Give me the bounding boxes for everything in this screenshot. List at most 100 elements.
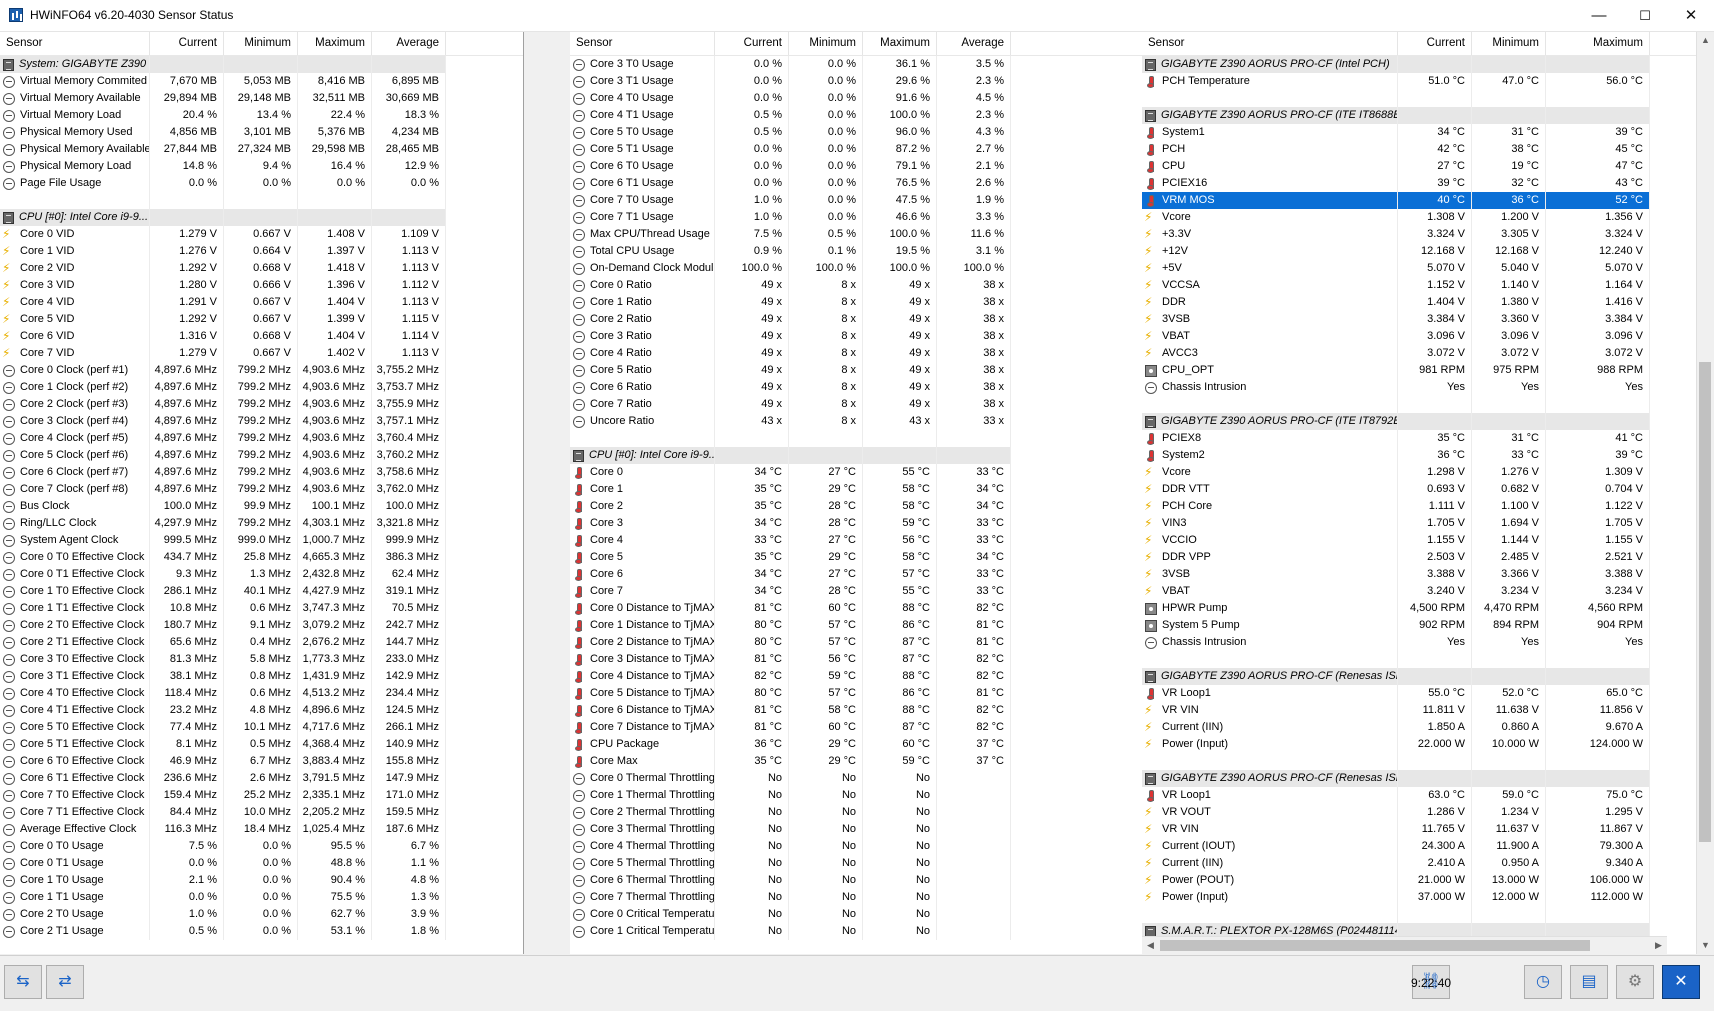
sensor-row[interactable]: Core 7 T0 Usage 1.0 % 0.0 % 47.5 % 1.9 %: [570, 192, 1142, 209]
sensor-row[interactable]: Core 4 T0 Effective Clock 118.4 MHz 0.6 MH…: [0, 685, 523, 702]
sensor-row[interactable]: System2 36 °C 33 °C 39 °C: [1142, 447, 1714, 464]
sensor-group-row[interactable]: CPU [#0]: Intel Core i9-9...: [570, 447, 1142, 464]
sensor-row[interactable]: Core 2 35 °C 28 °C 58 °C 34 °C: [570, 498, 1142, 515]
sensor-row[interactable]: Core 1 T0 Usage 2.1 % 0.0 % 90.4 % 4.8 %: [0, 872, 523, 889]
sensor-row[interactable]: DDR 1.404 V1.380 V1.416 V: [1142, 294, 1714, 311]
sensor-row[interactable]: +3.3V 3.324 V3.305 V3.324 V: [1142, 226, 1714, 243]
column-header[interactable]: Sensor: [1142, 32, 1398, 55]
sensor-group-row[interactable]: GIGABYTE Z390 AORUS PRO-CF (Renesas ISL6…: [1142, 668, 1714, 685]
sensor-row[interactable]: Core 3 Ratio 49 x8 x 49 x 38 x: [570, 328, 1142, 345]
sensor-row[interactable]: 3VSB 3.384 V3.360 V3.384 V: [1142, 311, 1714, 328]
sensor-row[interactable]: Core Max 35 °C 29 °C 59 °C 37 °C: [570, 753, 1142, 770]
vertical-scrollbar[interactable]: ▲ ▼: [1696, 32, 1714, 954]
sensor-row[interactable]: Core 0 VID 1.279 V0.667 V1.408 V1.109 V: [0, 226, 523, 243]
sensor-row[interactable]: System1 34 °C 31 °C 39 °C: [1142, 124, 1714, 141]
sensor-row[interactable]: VR Loop1 55.0 °C 52.0 °C 65.0 °C: [1142, 685, 1714, 702]
sensor-row[interactable]: Core 0 Ratio 49 x8 x 49 x 38 x: [570, 277, 1142, 294]
sensor-row[interactable]: On-Demand Clock Modula... 100.0 % 100.0 % 1…: [570, 260, 1142, 277]
column-header[interactable]: Maximum: [1546, 32, 1650, 55]
sensor-row[interactable]: Core 6 T0 Usage 0.0 % 0.0 % 79.1 % 2.1 %: [570, 158, 1142, 175]
sensor-row[interactable]: Physical Memory Available 27,844 MB 27,324…: [0, 141, 523, 158]
sensor-row[interactable]: Core 0 Thermal Throttling No No No: [570, 770, 1142, 787]
sensor-row[interactable]: CPU_OPT 981 RPM 975 RPM 988 RPM: [1142, 362, 1714, 379]
sensor-row[interactable]: Core 6 34 °C 27 °C 57 °C 33 °C: [570, 566, 1142, 583]
sensor-group-row[interactable]: GIGABYTE Z390 AORUS PRO-CF (Intel PCH): [1142, 56, 1714, 73]
clock-icon[interactable]: ◷: [1524, 965, 1562, 999]
sensor-group-row[interactable]: System: GIGABYTE Z390 ...: [0, 56, 523, 73]
sensor-row[interactable]: Core 3 Distance to TjMAX 81 °C 56 °C 87 °C 8…: [570, 651, 1142, 668]
column-header[interactable]: Maximum: [863, 32, 937, 55]
column-header[interactable]: Current: [150, 32, 224, 55]
sensor-row[interactable]: 3VSB 3.388 V3.366 V3.388 V: [1142, 566, 1714, 583]
sensor-row[interactable]: Core 3 T1 Usage 0.0 % 0.0 % 29.6 % 2.3 %: [570, 73, 1142, 90]
scroll-up-icon[interactable]: ▲: [1697, 32, 1714, 49]
scroll-left-icon[interactable]: ◀: [1142, 937, 1159, 954]
sensor-row[interactable]: Core 0 34 °C 27 °C 55 °C 33 °C: [570, 464, 1142, 481]
sensor-row[interactable]: HPWR Pump 4,500 RPM 4,470 RPM 4,560 RPM: [1142, 600, 1714, 617]
close-icon[interactable]: ✕: [1662, 965, 1700, 999]
sensor-row[interactable]: Core 6 VID 1.316 V0.668 V1.404 V1.114 V: [0, 328, 523, 345]
sensor-row[interactable]: Core 5 T1 Effective Clock 8.1 MHz 0.5 MHz 4…: [0, 736, 523, 753]
sensor-row[interactable]: Uncore Ratio 43 x8 x 43 x 33 x: [570, 413, 1142, 430]
sensor-row[interactable]: Core 7 Ratio 49 x8 x 49 x 38 x: [570, 396, 1142, 413]
horizontal-scrollbar[interactable]: ◀ ▶: [1142, 936, 1667, 954]
sensor-row[interactable]: Current (IIN) 2.410 A0.950 A9.340 A: [1142, 855, 1714, 872]
sensor-row[interactable]: System 5 Pump 902 RPM 894 RPM 904 RPM: [1142, 617, 1714, 634]
sensor-row[interactable]: Core 0 Critical Temperature No No No: [570, 906, 1142, 923]
sensor-group-row[interactable]: GIGABYTE Z390 AORUS PRO-CF (ITE IT8688E): [1142, 107, 1714, 124]
maximize-button[interactable]: ☐: [1622, 0, 1668, 31]
sensor-row[interactable]: VIN3 1.705 V1.694 V1.705 V: [1142, 515, 1714, 532]
sensor-row[interactable]: DDR VPP 2.503 V2.485 V2.521 V: [1142, 549, 1714, 566]
sensor-row[interactable]: Core 2 T1 Usage 0.5 % 0.0 % 53.1 % 1.8 %: [0, 923, 523, 940]
sensor-row[interactable]: Core 6 Thermal Throttling No No No: [570, 872, 1142, 889]
sensor-row[interactable]: Core 0 T0 Effective Clock 434.7 MHz 25.8 M…: [0, 549, 523, 566]
sensor-row[interactable]: Core 3 T0 Effective Clock 81.3 MHz 5.8 MHz…: [0, 651, 523, 668]
sensor-row[interactable]: Core 3 Thermal Throttling No No No: [570, 821, 1142, 838]
sensor-row[interactable]: Core 6 Ratio 49 x8 x 49 x 38 x: [570, 379, 1142, 396]
sensor-row[interactable]: Core 6 T1 Usage 0.0 % 0.0 % 76.5 % 2.6 %: [570, 175, 1142, 192]
arrows-reverse-icon[interactable]: ⇄: [46, 965, 84, 999]
scroll-right-icon[interactable]: ▶: [1650, 937, 1667, 954]
sensor-row[interactable]: Core 3 VID 1.280 V0.666 V1.396 V1.112 V: [0, 277, 523, 294]
sensor-row[interactable]: VRM MOS 40 °C 36 °C 52 °C: [1142, 192, 1714, 209]
sensor-row[interactable]: Core 1 Thermal Throttling No No No: [570, 787, 1142, 804]
sensor-row[interactable]: Core 4 T0 Usage 0.0 % 0.0 % 91.6 % 4.5 %: [570, 90, 1142, 107]
sensor-row[interactable]: Core 5 35 °C 29 °C 58 °C 34 °C: [570, 549, 1142, 566]
sensor-row[interactable]: Chassis Intrusion Yes Yes Yes: [1142, 634, 1714, 651]
sensor-row[interactable]: PCIEX16 39 °C 32 °C 43 °C: [1142, 175, 1714, 192]
sensor-row[interactable]: Core 2 T1 Effective Clock 65.6 MHz 0.4 MHz…: [0, 634, 523, 651]
sensor-row[interactable]: Core 2 VID 1.292 V0.668 V1.418 V1.113 V: [0, 260, 523, 277]
sensor-row[interactable]: Core 7 VID 1.279 V0.667 V1.402 V1.113 V: [0, 345, 523, 362]
sensor-row[interactable]: Chassis Intrusion Yes Yes Yes: [1142, 379, 1714, 396]
sensor-row[interactable]: Core 1 Clock (perf #2) 4,897.6 MHz 799.2 M…: [0, 379, 523, 396]
arrows-icon[interactable]: ⇆: [4, 965, 42, 999]
sensor-row[interactable]: Core 1 Ratio 49 x8 x 49 x 38 x: [570, 294, 1142, 311]
column-header[interactable]: Current: [715, 32, 789, 55]
column-header[interactable]: Minimum: [1472, 32, 1546, 55]
sensor-row[interactable]: Core 1 Distance to TjMAX 80 °C 57 °C 86 °C 8…: [570, 617, 1142, 634]
scroll-thumb[interactable]: [1699, 362, 1711, 842]
column-header[interactable]: Maximum: [298, 32, 372, 55]
sensor-row[interactable]: Core 4 Ratio 49 x8 x 49 x 38 x: [570, 345, 1142, 362]
sensor-row[interactable]: Core 6 Clock (perf #7) 4,897.6 MHz 799.2 M…: [0, 464, 523, 481]
sensor-row[interactable]: Core 5 T0 Usage 0.5 % 0.0 % 96.0 % 4.3 %: [570, 124, 1142, 141]
sensor-row[interactable]: Core 0 T1 Usage 0.0 % 0.0 % 48.8 % 1.1 %: [0, 855, 523, 872]
sensor-row[interactable]: +12V12.168 V12.168 V12.240 V: [1142, 243, 1714, 260]
sensor-row[interactable]: Core 4 Thermal Throttling No No No: [570, 838, 1142, 855]
sensor-row[interactable]: Core 1 35 °C 29 °C 58 °C 34 °C: [570, 481, 1142, 498]
settings-icon[interactable]: ⚙: [1616, 965, 1654, 999]
sensor-row[interactable]: VBAT3.240 V3.234 V3.234 V: [1142, 583, 1714, 600]
sensor-row[interactable]: Core 0 T1 Effective Clock 9.3 MHz 1.3 MHz 2…: [0, 566, 523, 583]
sensor-row[interactable]: DDR VTT 0.693 V0.682 V0.704 V: [1142, 481, 1714, 498]
sensor-row[interactable]: CPU 27 °C 19 °C 47 °C: [1142, 158, 1714, 175]
sensor-row[interactable]: CPU Package 36 °C 29 °C 60 °C 37 °C: [570, 736, 1142, 753]
report-icon[interactable]: ▤: [1570, 965, 1608, 999]
column-header[interactable]: Minimum: [789, 32, 863, 55]
sensor-row[interactable]: Core 2 T0 Usage 1.0 % 0.0 % 62.7 % 3.9 %: [0, 906, 523, 923]
sensor-row[interactable]: +5V 5.070 V5.040 V5.070 V: [1142, 260, 1714, 277]
sensor-row[interactable]: Average Effective Clock 116.3 MHz 18.4 MHz…: [0, 821, 523, 838]
sensor-panel-1[interactable]: Sensor Current Minimum Maximum Average Syste…: [0, 32, 524, 954]
sensor-row[interactable]: PCH 42 °C 38 °C 45 °C: [1142, 141, 1714, 158]
column-header[interactable]: Current: [1398, 32, 1472, 55]
sensor-row[interactable]: VR VIN 11.811 V11.638 V11.856 V: [1142, 702, 1714, 719]
